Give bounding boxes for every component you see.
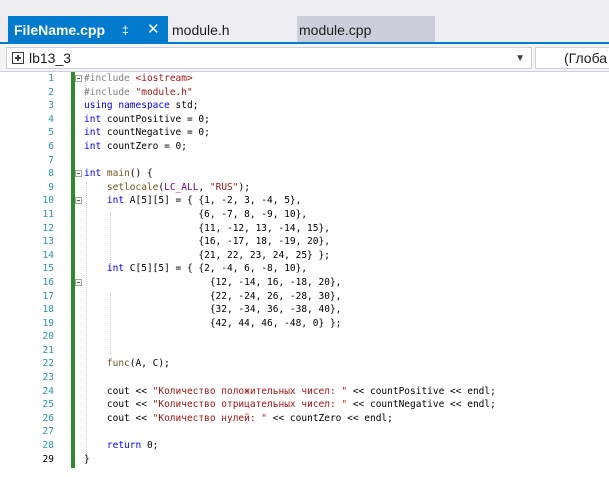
code-line[interactable]: #include <iostream> (84, 72, 609, 86)
code-line[interactable]: ​ (84, 330, 609, 344)
code-line[interactable]: {16, -17, 18, -19, 20}, (84, 235, 609, 249)
project-scope-dropdown[interactable]: lb13_3 ▼ (6, 47, 532, 69)
code-line[interactable]: {12, -14, 16, -18, 20}, (84, 276, 609, 290)
line-number: 22 (42, 358, 54, 370)
collapse-icon[interactable] (75, 75, 82, 82)
line-number: 9 (48, 181, 54, 193)
line-number: 21 (42, 344, 54, 356)
member-scope-dropdown[interactable]: (Глоба (535, 47, 609, 69)
code-line[interactable]: int A[5][5] = { {1, -2, 3, -4, 5}, (84, 194, 609, 208)
line-number: 11 (42, 208, 54, 220)
code-line[interactable]: {21, 22, 23, 24, 25} }; (84, 249, 609, 263)
line-number: 3 (48, 100, 54, 112)
line-number-margin: 1 2 3 4 5 6 7 8 9 10 11 12 13 14 15 16 17 18 19 20 21 22 23 24 2… (22, 72, 54, 466)
code-line[interactable]: ​ (84, 154, 609, 168)
tab-module-cpp[interactable]: module.cpp (297, 16, 435, 44)
line-number: 5 (48, 127, 54, 139)
line-number: 1 (48, 73, 54, 84)
navigation-bar: lb13_3 ▼ (Глоба (0, 44, 609, 72)
code-line[interactable]: return 0; (84, 439, 609, 453)
line-number: 23 (42, 372, 54, 384)
code-line[interactable]: int C[5][5] = { {2, -4, 6, -8, 10}, (84, 262, 609, 276)
code-line[interactable]: using namespace std; (84, 99, 609, 113)
line-number: 24 (42, 385, 54, 397)
line-number: 25 (42, 399, 54, 411)
line-number: 20 (42, 331, 54, 343)
tab-label: module.cpp (299, 22, 372, 38)
change-tracking-bar (71, 72, 75, 468)
line-number: 17 (42, 290, 54, 302)
line-number: 18 (42, 304, 54, 316)
line-number: 27 (42, 426, 54, 438)
chevron-down-icon[interactable]: ▼ (515, 50, 525, 68)
tab-module-h[interactable]: module.h (172, 16, 292, 44)
line-number: 8 (48, 168, 54, 180)
collapse-icon[interactable] (75, 170, 82, 177)
tab-filename-cpp[interactable]: FileName.cpp ‡ ✕ (8, 16, 168, 44)
line-number: 10 (42, 195, 54, 207)
code-line[interactable]: ​ (84, 371, 609, 385)
line-number: 15 (42, 263, 54, 275)
line-number: 2 (48, 86, 54, 98)
code-line[interactable]: {32, -34, 36, -38, 40}, (84, 303, 609, 317)
line-number: 29 (42, 453, 54, 465)
line-number: 26 (42, 412, 54, 424)
line-number: 13 (42, 236, 54, 248)
member-scope-label: (Глоба (564, 50, 608, 66)
code-line[interactable]: cout << "Количество отрицательных чисел:… (84, 398, 609, 412)
pin-icon[interactable]: ‡ (122, 16, 129, 44)
collapse-icon[interactable] (75, 279, 82, 286)
code-line[interactable]: #include "module.h" (84, 86, 609, 100)
tab-label: module.h (172, 22, 230, 38)
code-line[interactable]: func(A, C); (84, 357, 609, 371)
code-line[interactable]: {22, -24, 26, -28, 30}, (84, 290, 609, 304)
line-number: 19 (42, 317, 54, 329)
code-line[interactable]: ​ (84, 425, 609, 439)
code-editor[interactable]: 1 2 3 4 5 6 7 8 9 10 11 12 13 14 15 16 17 18 19 20 21 22 23 24 2… (0, 72, 609, 477)
code-line[interactable]: {42, 44, 46, -48, 0} }; (84, 317, 609, 331)
line-number: 7 (48, 154, 54, 166)
line-number: 6 (48, 140, 54, 152)
line-number: 16 (42, 276, 54, 288)
tab-strip-empty-area (435, 16, 609, 44)
code-line[interactable]: cout << "Количество положительных чисел:… (84, 385, 609, 399)
line-number: 12 (42, 222, 54, 234)
code-line[interactable]: ​ (84, 344, 609, 358)
line-number: 28 (42, 440, 54, 452)
code-line[interactable]: int countZero = 0; (84, 140, 609, 154)
project-icon (12, 52, 24, 64)
project-scope-label: lb13_3 (29, 50, 72, 66)
document-tab-strip: FileName.cpp ‡ ✕ module.h module.cpp (0, 0, 609, 44)
code-line[interactable]: int main() { (84, 167, 609, 181)
code-line[interactable]: int countPositive = 0; (84, 113, 609, 127)
code-line[interactable]: {6, -7, 8, -9, 10}, (84, 208, 609, 222)
code-line[interactable]: cout << "Количество нулей: " << countZer… (84, 412, 609, 426)
tab-label: FileName.cpp (14, 22, 106, 38)
line-number: 14 (42, 249, 54, 261)
code-line[interactable]: } (84, 453, 609, 467)
code-line[interactable]: {11, -12, 13, -14, 15}, (84, 222, 609, 236)
line-number: 4 (48, 113, 54, 125)
code-line[interactable]: int countNegative = 0; (84, 126, 609, 140)
close-icon[interactable]: ✕ (147, 16, 160, 44)
code-text-area[interactable]: #include <iostream> #include "module.h" us… (84, 72, 609, 466)
code-line[interactable]: setlocale(LC_ALL, "RUS"); (84, 181, 609, 195)
collapse-icon[interactable] (75, 197, 82, 204)
